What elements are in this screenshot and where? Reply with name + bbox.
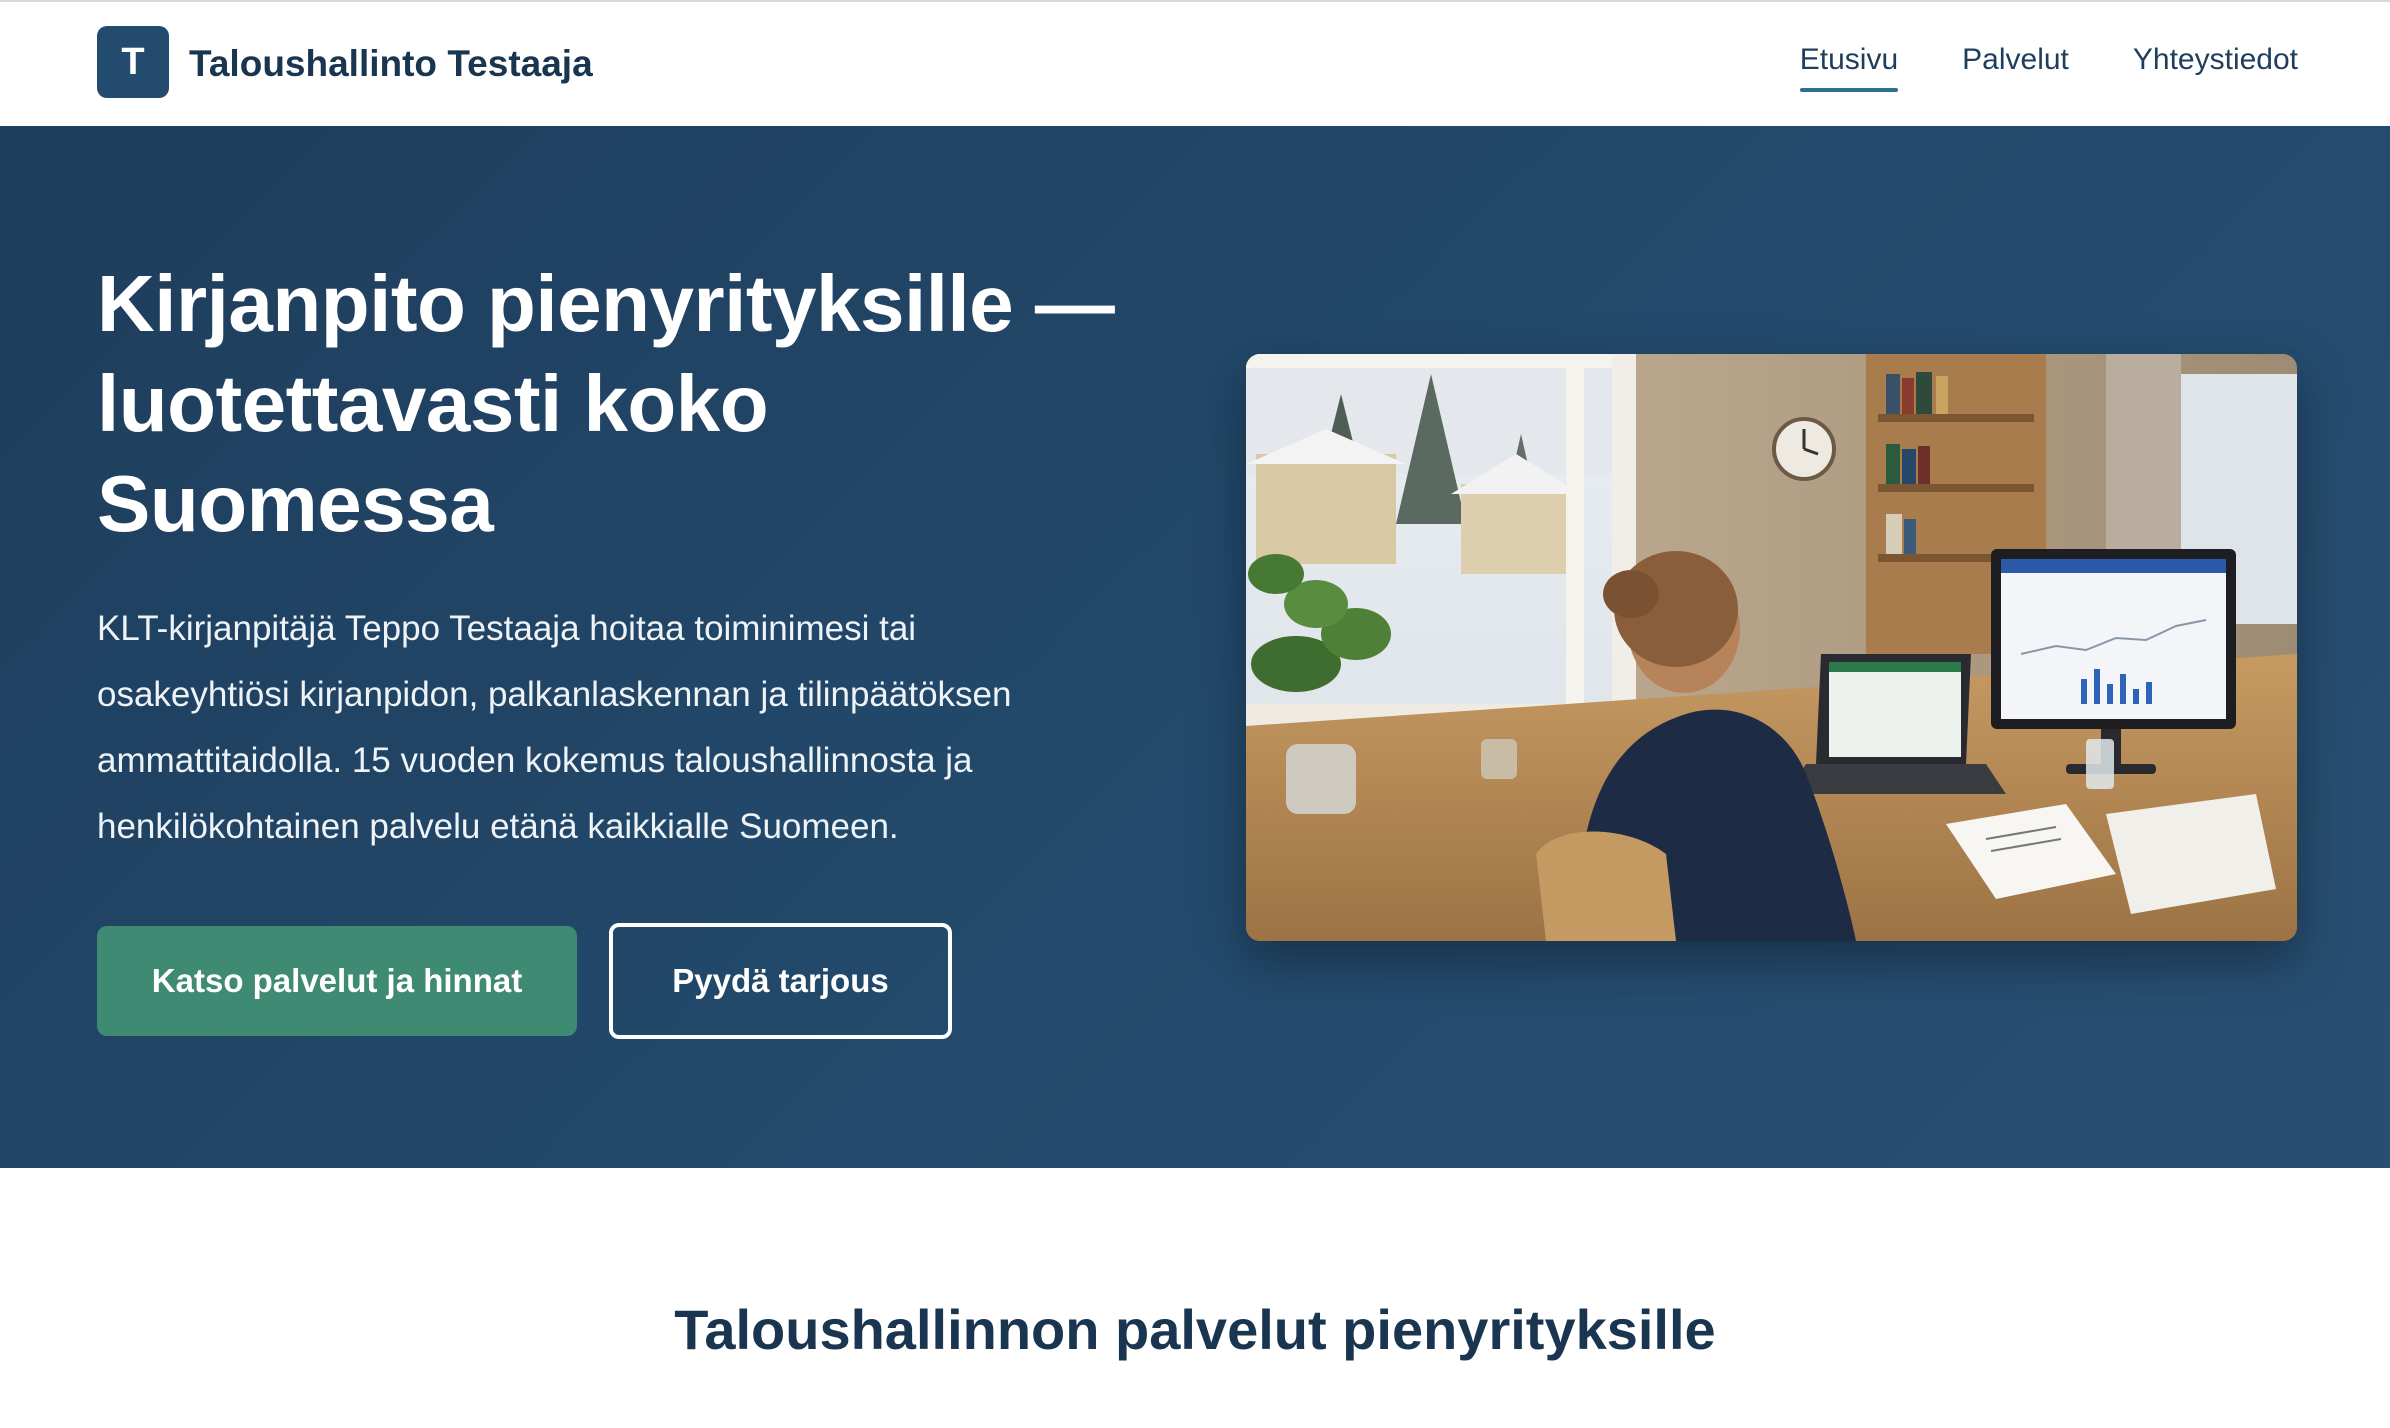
services-section-title: Taloushallinnon palvelut pienyrityksille <box>674 1298 1716 1361</box>
logo-icon[interactable]: T <box>97 26 169 98</box>
site-header: T Taloushallinto Testaaja Etusivu Palvel… <box>0 0 2390 126</box>
main-nav: Etusivu Palvelut Yhteystiedot <box>1799 38 2298 92</box>
hero-description: KLT-kirjanpitäjä Teppo Testaaja hoitaa t… <box>97 609 1012 846</box>
request-quote-button[interactable]: Pyydä tarjous <box>609 923 952 1039</box>
hero-title: Kirjanpito pienyrityksille — luotettavas… <box>97 259 1115 548</box>
services-and-prices-button[interactable]: Katso palvelut ja hinnat <box>97 926 577 1036</box>
hero-section: Kirjanpito pienyrityksille — luotettavas… <box>0 126 2390 1168</box>
hero-office-image <box>1246 354 2297 941</box>
nav-link-yhteystiedot[interactable]: Yhteystiedot <box>2133 38 2298 92</box>
brand-name[interactable]: Taloushallinto Testaaja <box>189 40 593 88</box>
nav-link-palvelut[interactable]: Palvelut <box>1962 38 2069 92</box>
nav-link-etusivu[interactable]: Etusivu <box>1799 38 1899 92</box>
